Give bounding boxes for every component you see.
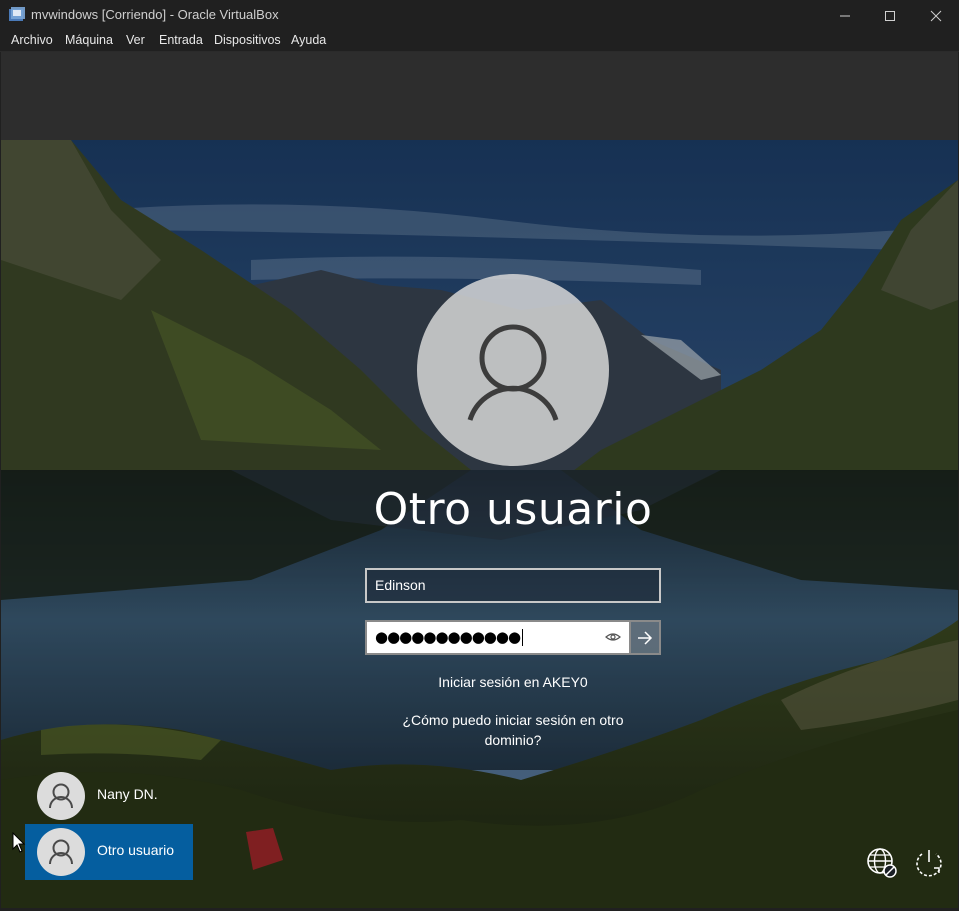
- menu-dispositivos[interactable]: Dispositivos: [214, 33, 281, 47]
- menu-ayuda[interactable]: Ayuda: [291, 33, 326, 47]
- vm-status-area: [1, 52, 958, 140]
- password-field[interactable]: ●●●●●●●●●●●●: [365, 620, 629, 655]
- user-tile-label: Otro usuario: [97, 842, 175, 858]
- mouse-cursor-icon: [12, 832, 26, 853]
- title-bar: mvwindows [Corriendo] - Oracle VirtualBo…: [0, 0, 959, 31]
- close-icon: [930, 10, 942, 21]
- user-icon: [467, 324, 559, 421]
- user-avatar: [417, 274, 609, 466]
- menu-maquina[interactable]: Máquina: [65, 33, 113, 47]
- user-tile-otro-usuario[interactable]: Otro usuario: [25, 824, 193, 880]
- minimize-icon: [840, 15, 850, 16]
- text-caret: [522, 629, 524, 646]
- arrow-right-icon: [638, 630, 653, 645]
- user-tile-label: Nany DN.: [97, 786, 158, 802]
- virtualbox-icon: [9, 7, 25, 21]
- password-mask: ●●●●●●●●●●●●: [375, 628, 521, 646]
- vm-display[interactable]: Otro usuario Edinson ●●●●●●●●●●●● Inicia…: [1, 140, 958, 908]
- submit-button[interactable]: [629, 620, 661, 655]
- avatar: [37, 772, 85, 820]
- network-disconnected-icon[interactable]: [865, 846, 899, 880]
- menu-ver[interactable]: Ver: [126, 33, 145, 47]
- other-domain-link[interactable]: ¿Cómo puedo iniciar sesión en otro domin…: [378, 710, 648, 750]
- window-title: mvwindows [Corriendo] - Oracle VirtualBo…: [31, 7, 279, 22]
- user-icon: [49, 783, 73, 809]
- maximize-icon: [885, 10, 895, 21]
- avatar: [37, 828, 85, 876]
- menu-bar: Archivo Máquina Ver Entrada Dispositivos…: [0, 31, 959, 52]
- power-icon[interactable]: [912, 846, 946, 880]
- user-tile-nany[interactable]: Nany DN.: [25, 768, 193, 824]
- menu-entrada[interactable]: Entrada: [159, 33, 203, 47]
- eye-icon[interactable]: [603, 628, 623, 646]
- maximize-button[interactable]: [867, 0, 913, 31]
- close-button[interactable]: [913, 0, 959, 31]
- username-field[interactable]: Edinson: [365, 568, 661, 603]
- minimize-button[interactable]: [822, 0, 868, 31]
- user-icon: [49, 839, 73, 865]
- display-name: Otro usuario: [373, 484, 653, 535]
- menu-archivo[interactable]: Archivo: [11, 33, 53, 47]
- sign-in-domain-text: Iniciar sesión en AKEY0: [438, 674, 588, 690]
